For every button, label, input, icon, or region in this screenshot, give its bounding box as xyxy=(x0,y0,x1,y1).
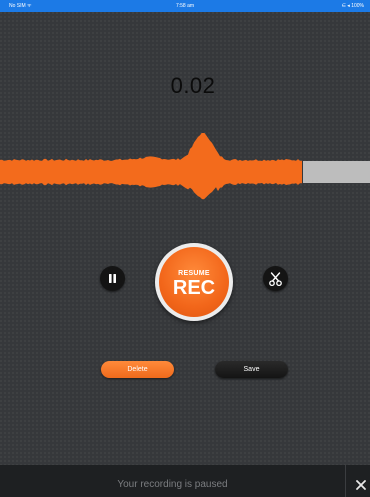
paused-banner: Your recording is paused xyxy=(0,465,370,497)
waveform-unrecorded xyxy=(303,161,370,183)
battery-indicator: ∈ ◂ 100% xyxy=(341,3,364,9)
recorder-screen: No SIM ᯤ 7:58 am ∈ ◂ 100% 0.02 RESUME RE… xyxy=(0,0,370,497)
waveform[interactable] xyxy=(0,133,370,208)
status-bar: No SIM ᯤ 7:58 am ∈ ◂ 100% xyxy=(0,0,370,12)
rec-button-face: RESUME REC xyxy=(159,247,229,317)
resume-rec-button[interactable]: RESUME REC xyxy=(155,243,233,321)
close-banner-button[interactable] xyxy=(346,465,370,497)
scissors-icon xyxy=(269,272,282,287)
pause-icon xyxy=(109,274,116,283)
elapsed-time: 0.02 xyxy=(170,73,216,98)
pause-button[interactable] xyxy=(100,266,125,291)
delete-button[interactable]: Delete xyxy=(101,361,174,378)
save-button[interactable]: Save xyxy=(215,361,288,378)
paused-message: Your recording is paused xyxy=(117,479,228,490)
close-icon xyxy=(356,480,366,490)
trim-button[interactable] xyxy=(263,266,288,291)
clock: 7:58 am xyxy=(175,3,195,9)
rec-label: REC xyxy=(172,277,216,299)
waveform-recorded xyxy=(0,133,302,200)
resume-label: RESUME xyxy=(178,270,210,277)
